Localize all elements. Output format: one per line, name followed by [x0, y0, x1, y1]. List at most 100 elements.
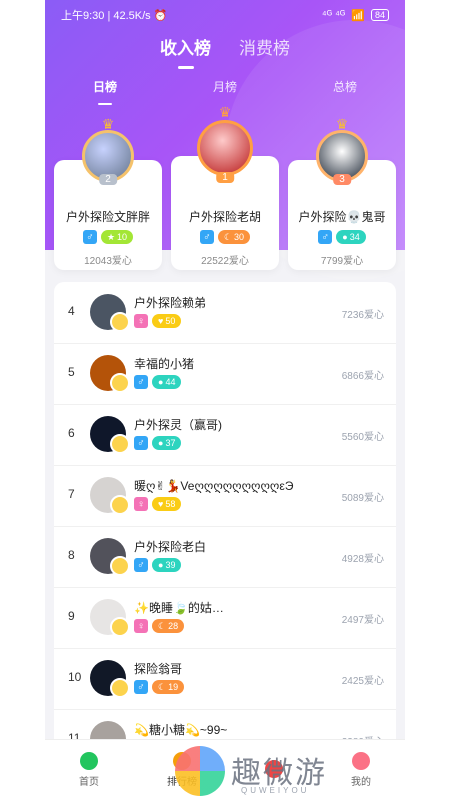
user-name: 户外探险💀鬼哥 — [298, 210, 386, 224]
podium: ♛ 2 户外探险文胖胖 ♂ ★ 10 12043爱心 ♛ 1 户外探险老胡 ♂ … — [45, 104, 405, 270]
top-tabs: 收入榜 消费榜 — [45, 34, 405, 59]
level-badge: ● 44 — [152, 375, 182, 389]
hearts-count: 7236爱心 — [341, 310, 384, 321]
center-icon — [265, 759, 283, 778]
tab-monthly[interactable]: 月榜 — [213, 78, 237, 95]
home-icon — [80, 752, 98, 770]
hearts-count: 2497爱心 — [341, 615, 384, 626]
level-badge: ● 37 — [152, 436, 182, 450]
level-badge: ♥ 58 — [152, 497, 182, 511]
list-item[interactable]: 8 户外探险老白 ♂ ● 39 4928爱心 — [54, 526, 396, 588]
list-item[interactable]: 4 户外探险赖弟 ♀ ♥ 50 7236爱心 — [54, 282, 396, 344]
tab-ranking[interactable]: 排行榜 — [167, 752, 197, 788]
network-icon: ⁴ᴳ ⁴ᴳ — [321, 9, 346, 21]
user-tags: ♂ ● 37 — [134, 436, 182, 450]
user-tags: ♀ ☾ 28 — [134, 619, 185, 633]
level-value: 19 — [168, 682, 179, 692]
avatar — [90, 599, 130, 637]
female-icon: ♀ — [134, 497, 148, 511]
tab-spending[interactable]: 消费榜 — [239, 34, 290, 59]
male-icon: ♂ — [199, 230, 214, 244]
user-name: 探险翁哥 — [134, 662, 183, 676]
avatar — [90, 477, 130, 515]
hearts-count: 22522爱心 — [201, 256, 249, 267]
hearts-count: 2425爱心 — [341, 676, 384, 687]
crown-icon: ♛ — [218, 104, 232, 120]
level-value: 37 — [165, 438, 176, 448]
avatar — [90, 355, 130, 393]
user-tags: ♀ ♥ 50 — [134, 314, 182, 328]
podium-card-rank-2[interactable]: ♛ 2 户外探险文胖胖 ♂ ★ 10 12043爱心 — [54, 116, 162, 270]
level-value: 28 — [168, 621, 179, 631]
user-name: 暖ღ✌💃VeღღღღღღღღღԑЭ — [134, 479, 294, 493]
level-value: 34 — [349, 232, 360, 242]
ranking-icon — [173, 752, 191, 770]
level-value: 44 — [165, 377, 176, 387]
list-item[interactable]: 10 探险翁哥 ♂ ☾ 19 2425爱心 — [54, 648, 396, 710]
male-icon: ♂ — [318, 230, 333, 244]
level-badge: ♥ 50 — [152, 314, 182, 328]
male-icon: ♂ — [134, 558, 148, 572]
hearts-count: 5089爱心 — [341, 493, 384, 504]
hearts-count: 7799爱心 — [320, 256, 364, 267]
tab-total[interactable]: 总榜 — [333, 78, 357, 95]
level-value: 30 — [234, 232, 245, 242]
male-icon: ♂ — [134, 375, 148, 389]
level-value: 50 — [165, 316, 176, 326]
tab-label: 首页 — [79, 777, 99, 788]
tab-home[interactable]: 首页 — [79, 752, 99, 788]
avatar — [90, 538, 130, 576]
hearts-count: 6866爱心 — [341, 371, 384, 382]
user-tags: ♀ ♥ 58 — [134, 497, 182, 511]
tab-profile[interactable]: 我的 — [351, 752, 371, 788]
level-badge: ☾ 19 — [152, 680, 185, 694]
user-name: 💫糖小糖💫~99~ — [134, 723, 228, 737]
podium-card-rank-3[interactable]: ♛ 3 户外探险💀鬼哥 ♂ ● 34 7799爱心 — [288, 116, 396, 270]
list-item[interactable]: 9 ✨晚睡🍃的姑… ♀ ☾ 28 2497爱心 — [54, 587, 396, 649]
user-tags: ♂ ● 39 — [134, 558, 182, 572]
list-item[interactable]: 6 户外探灵（赢哥) ♂ ● 37 5560爱心 — [54, 404, 396, 466]
user-name: 户外探险老白 — [134, 540, 207, 554]
user-tags: ♂ ☾ 19 — [134, 680, 185, 694]
user-name: 幸福的小猪 — [134, 357, 195, 371]
avatar — [90, 660, 130, 698]
list-item[interactable]: 5 幸福的小猪 ♂ ● 44 6866爱心 — [54, 343, 396, 405]
profile-icon — [352, 752, 370, 770]
level-badge: ● 39 — [152, 558, 182, 572]
tab-daily[interactable]: 日榜 — [93, 78, 117, 95]
podium-card-rank-1[interactable]: ♛ 1 户外探险老胡 ♂ ☾ 30 22522爱心 — [171, 104, 279, 270]
status-bar: 上午9:30 | 42.5K/s ⏰ ⁴ᴳ ⁴ᴳ 📶 84 — [45, 0, 405, 30]
hearts-count: 12043爱心 — [84, 256, 132, 267]
rank-number: 10 — [68, 670, 82, 684]
user-tags: ♂ ★ 10 — [54, 230, 162, 244]
user-tags: ♂ ☾ 30 — [171, 230, 279, 244]
male-icon: ♂ — [134, 680, 148, 694]
tab-label: 我的 — [351, 777, 371, 788]
user-name: 户外探险老胡 — [188, 210, 261, 224]
rank-badge: 1 — [216, 172, 234, 183]
list-item[interactable]: 7 暖ღ✌💃VeღღღღღღღღღԑЭ ♀ ♥ 58 5089爱心 — [54, 465, 396, 527]
hearts-count: 4928爱心 — [341, 554, 384, 565]
status-right: ⁴ᴳ ⁴ᴳ 📶 84 — [322, 9, 389, 22]
rank-badge: 3 — [333, 174, 351, 185]
ranking-list: 4 户外探险赖弟 ♀ ♥ 50 7236爱心 5 幸福的小猪 ♂ ● 44 68… — [54, 282, 396, 800]
rank-number: 8 — [68, 548, 75, 562]
user-name: ✨晚睡🍃的姑… — [134, 601, 224, 615]
user-name: 户外探险赖弟 — [134, 296, 207, 310]
rank-number: 6 — [68, 426, 75, 440]
hearts-count: 5560爱心 — [341, 432, 384, 443]
wifi-icon: 📶 — [351, 9, 365, 22]
level-badge: ☾ 28 — [152, 619, 185, 633]
female-icon: ♀ — [134, 619, 148, 633]
user-name: 户外探险文胖胖 — [65, 210, 150, 224]
user-name: 户外探灵（赢哥) — [134, 418, 222, 432]
level-value: 58 — [165, 499, 176, 509]
sub-tabs: 日榜 月榜 总榜 — [45, 78, 405, 95]
rank-number: 9 — [68, 609, 75, 623]
tab-center[interactable] — [265, 759, 283, 781]
rank-number: 5 — [68, 365, 75, 379]
level-value: 10 — [117, 232, 128, 242]
tab-income[interactable]: 收入榜 — [160, 34, 211, 59]
phone-screen: 上午9:30 | 42.5K/s ⏰ ⁴ᴳ ⁴ᴳ 📶 84 收入榜 消费榜 日榜… — [45, 0, 405, 800]
user-tags: ♂ ● 34 — [288, 230, 396, 244]
